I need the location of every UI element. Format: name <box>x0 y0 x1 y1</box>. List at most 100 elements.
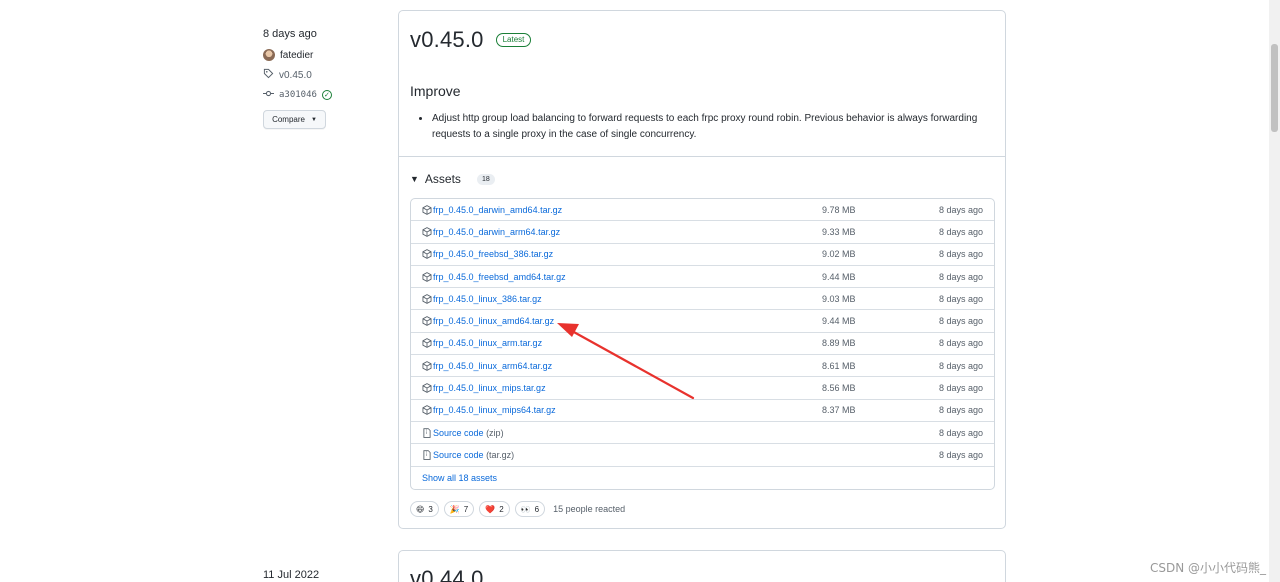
release-notes: Adjust http group load balancing to forw… <box>410 111 994 143</box>
release-note-item: Adjust http group load balancing to forw… <box>431 111 994 143</box>
reaction-emoji-icon: ❤️ <box>485 504 496 514</box>
scrollbar-thumb[interactable] <box>1271 44 1278 132</box>
tag-icon <box>263 68 274 82</box>
next-release-title[interactable]: v0.44.0 <box>410 566 484 582</box>
asset-link[interactable]: frp_0.45.0_darwin_arm64.tar.gz <box>433 227 560 237</box>
asset-link[interactable]: frp_0.45.0_darwin_amd64.tar.gz <box>433 205 562 215</box>
reaction-count: 3 <box>428 504 433 514</box>
commit-sha[interactable]: a301046 <box>279 90 317 100</box>
reaction-count: 7 <box>463 504 469 514</box>
release-author[interactable]: fatedier <box>263 48 332 62</box>
source-code-format: (zip) <box>486 427 504 438</box>
watermark: CSDN @小小代码熊_ <box>1149 561 1266 575</box>
asset-link[interactable]: frp_0.45.0_linux_arm.tar.gz <box>433 338 542 348</box>
caret-down-icon: ▼ <box>310 116 317 123</box>
package-icon <box>422 383 432 393</box>
scrollbar[interactable] <box>1269 0 1280 582</box>
reaction-button[interactable]: ❤️ 2 <box>479 501 510 517</box>
assets-counter: 18 <box>476 173 495 185</box>
release-title[interactable]: v0.45.0 <box>410 27 484 53</box>
asset-date: 8 days ago <box>938 449 983 460</box>
tag-label[interactable]: v0.45.0 <box>279 70 312 81</box>
reaction-emoji-icon: 😄 <box>416 504 425 514</box>
commit-icon <box>263 88 274 102</box>
asset-row: frp_0.45.0_darwin_amd64.tar.gz 9.78 MB 8 d… <box>411 199 994 222</box>
package-icon <box>422 293 432 304</box>
asset-size: 9.03 MB <box>822 293 856 304</box>
source-code-label: Source code <box>433 449 484 460</box>
asset-size: 9.78 MB <box>822 204 856 215</box>
package-icon <box>422 338 432 349</box>
asset-link[interactable]: frp_0.45.0_linux_amd64.tar.gz <box>433 316 554 326</box>
release-commit[interactable]: a301046 ✓ <box>263 88 332 102</box>
asset-row: Source code (tar.gz) 8 days ago <box>411 444 994 467</box>
asset-row: frp_0.45.0_linux_arm.tar.gz 8.89 MB 8 days… <box>411 333 994 356</box>
notes-heading: Improve <box>410 83 461 99</box>
asset-size: 8.37 MB <box>822 405 856 416</box>
source-code-link[interactable]: Source code (tar.gz) <box>433 450 514 460</box>
asset-link[interactable]: frp_0.45.0_freebsd_386.tar.gz <box>433 249 553 259</box>
source-code-label: Source code <box>433 427 484 438</box>
avatar[interactable] <box>263 49 275 61</box>
asset-link[interactable]: frp_0.45.0_linux_arm64.tar.gz <box>433 361 552 371</box>
check-circle-icon: ✓ <box>321 90 332 100</box>
asset-size: 9.33 MB <box>822 226 856 237</box>
author-name[interactable]: fatedier <box>280 50 313 61</box>
latest-badge: Latest <box>495 33 532 47</box>
asset-row: Source code (zip) 8 days ago <box>411 422 994 445</box>
source-code-link[interactable]: Source code (zip) <box>433 428 504 438</box>
asset-link[interactable]: frp_0.45.0_linux_mips.tar.gz <box>433 383 546 393</box>
asset-size: 9.02 MB <box>822 249 856 260</box>
reaction-emoji-icon: 🎉 <box>449 504 460 514</box>
compare-label: Compare <box>272 115 305 124</box>
reaction-count: 6 <box>534 504 540 514</box>
asset-date: 8 days ago <box>938 360 983 371</box>
asset-link[interactable]: frp_0.45.0_freebsd_amd64.tar.gz <box>433 272 566 282</box>
show-all-assets-link[interactable]: Show all 18 assets <box>422 473 497 483</box>
asset-row: frp_0.45.0_freebsd_386.tar.gz 9.02 MB 8 da… <box>411 244 994 266</box>
package-icon <box>422 316 432 326</box>
asset-date: 8 days ago <box>938 293 983 304</box>
asset-date: 8 days ago <box>938 204 983 215</box>
asset-size: 8.56 MB <box>822 383 856 394</box>
show-all-row: Show all 18 assets <box>411 467 994 489</box>
triangle-down-icon: ▼ <box>410 174 419 184</box>
asset-date: 8 days ago <box>938 316 983 327</box>
reactions-summary: 15 people reacted <box>553 504 626 514</box>
asset-size: 9.44 MB <box>822 316 856 327</box>
release-date: 8 days ago <box>263 28 317 40</box>
asset-date: 8 days ago <box>938 271 983 282</box>
package-icon <box>422 227 432 237</box>
package-icon <box>422 405 432 416</box>
asset-size: 9.44 MB <box>822 271 856 282</box>
assets-list: frp_0.45.0_darwin_amd64.tar.gz 9.78 MB 8 d… <box>410 198 995 490</box>
next-release-date: 11 Jul 2022 <box>263 569 320 581</box>
compare-button[interactable]: Compare ▼ <box>263 110 326 129</box>
asset-date: 8 days ago <box>938 249 983 260</box>
assets-heading: Assets <box>424 172 461 186</box>
release-meta: 8 days ago fatedier v0.45.0 a301046 ✓ Co… <box>263 28 332 129</box>
asset-link[interactable]: frp_0.45.0_linux_386.tar.gz <box>433 294 542 304</box>
reaction-button[interactable]: 😄 3 <box>410 501 439 517</box>
asset-link[interactable]: frp_0.45.0_linux_mips64.tar.gz <box>433 405 556 415</box>
release-card: v0.45.0 Latest Improve Adjust http group… <box>398 10 1006 529</box>
assets-toggle[interactable]: ▼ Assets 18 <box>399 157 1005 186</box>
next-release-card: v0.44.0 <box>398 550 1006 582</box>
package-icon <box>422 271 432 282</box>
asset-date: 8 days ago <box>938 427 983 438</box>
asset-date: 8 days ago <box>938 338 983 349</box>
file-zip-icon <box>422 450 432 460</box>
package-icon <box>422 360 432 371</box>
asset-row: frp_0.45.0_linux_386.tar.gz 9.03 MB 8 days… <box>411 288 994 311</box>
asset-date: 8 days ago <box>938 405 983 416</box>
reactions-bar: 😄 3 🎉 7 ❤️ 2 👀 6 15 people reacted <box>410 501 625 517</box>
asset-size: 8.89 MB <box>822 338 856 349</box>
package-icon <box>422 249 432 260</box>
reaction-emoji-icon: 👀 <box>520 504 531 514</box>
asset-date: 8 days ago <box>938 383 983 394</box>
reaction-button[interactable]: 🎉 7 <box>443 501 475 517</box>
release-tag[interactable]: v0.45.0 <box>263 68 332 82</box>
release-header: v0.45.0 Latest Improve Adjust http group… <box>399 11 1005 157</box>
source-code-format: (tar.gz) <box>486 449 515 460</box>
reaction-button[interactable]: 👀 6 <box>514 501 546 517</box>
